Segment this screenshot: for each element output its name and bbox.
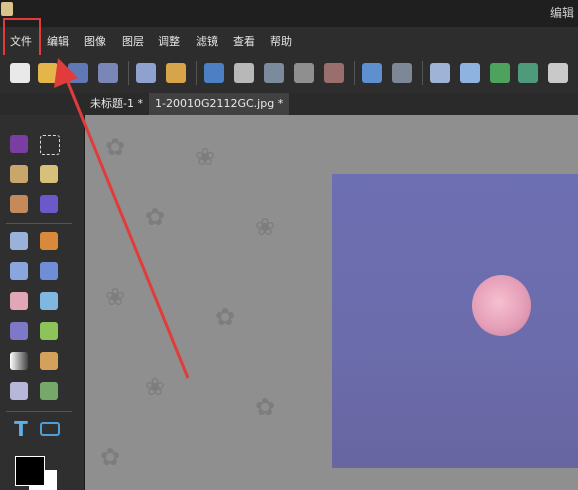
menu-layer[interactable]: 图层 <box>122 33 144 49</box>
delete-icon[interactable] <box>324 63 344 83</box>
polygon-lasso-icon[interactable] <box>10 195 28 213</box>
flower-pattern: ✿ <box>255 393 276 421</box>
photo-layer <box>332 174 578 468</box>
rotate-right-icon[interactable] <box>518 63 538 83</box>
fill-bucket-icon[interactable] <box>10 322 28 340</box>
text-tool-icon[interactable]: T <box>12 419 30 439</box>
menu-help[interactable]: 帮助 <box>270 33 292 49</box>
flower-pattern: ✿ <box>215 303 236 331</box>
toolbar-separator <box>422 61 423 85</box>
tab-untitled[interactable]: 未标题-1 * <box>84 93 149 115</box>
toolbar <box>0 55 578 93</box>
replace-color-icon[interactable] <box>40 322 58 340</box>
document-tabs: 未标题-1 * 1-20010G2112GC.jpg * <box>0 93 578 115</box>
foreground-color-swatch[interactable] <box>15 456 45 486</box>
flower-pattern: ❀ <box>255 213 276 241</box>
flower-pattern: ✿ <box>105 133 126 161</box>
image-icon[interactable] <box>40 382 58 400</box>
brush-icon[interactable] <box>40 262 58 280</box>
menu-edit[interactable]: 编辑 <box>47 33 69 49</box>
moon <box>472 275 531 336</box>
cut-icon[interactable] <box>234 63 254 83</box>
print-icon[interactable] <box>136 63 156 83</box>
flower-pattern: ❀ <box>145 373 166 401</box>
undo-icon[interactable] <box>362 63 382 83</box>
flower-pattern: ✿ <box>100 443 121 471</box>
eraser-icon[interactable] <box>10 292 28 310</box>
pointer-tool-icon[interactable] <box>10 135 28 153</box>
lasso-icon[interactable] <box>10 165 28 183</box>
window-title: 编辑 <box>549 6 574 20</box>
resize-icon[interactable] <box>548 63 568 83</box>
file-menu-highlight <box>3 18 41 60</box>
flip-vertical-icon[interactable] <box>460 63 480 83</box>
open-folder-icon[interactable] <box>38 63 58 83</box>
rectangle-shape-icon[interactable] <box>40 422 60 436</box>
save-as-icon[interactable] <box>98 63 118 83</box>
tab-image-file[interactable]: 1-20010G2112GC.jpg * <box>149 93 290 115</box>
tool-separator <box>6 411 72 412</box>
menu-filter[interactable]: 滤镜 <box>196 33 218 49</box>
rectangle-select-icon[interactable] <box>40 135 60 155</box>
magic-wand-icon[interactable] <box>40 165 58 183</box>
tool-panel: T <box>0 115 85 490</box>
new-window-icon[interactable] <box>204 63 224 83</box>
gradient-icon[interactable] <box>10 352 28 370</box>
redo-icon[interactable] <box>392 63 412 83</box>
canvas-area: ✿ ❀ ✿ ❀ ❀ ✿ ❀ ✿ ✿ <box>85 115 578 490</box>
title-bar: 编辑 <box>0 0 578 27</box>
eyedropper-icon[interactable] <box>10 232 28 250</box>
menu-adjust[interactable]: 调整 <box>158 33 180 49</box>
flip-horizontal-icon[interactable] <box>430 63 450 83</box>
color-picker-icon[interactable] <box>10 382 28 400</box>
tool-separator <box>6 223 72 224</box>
menu-bar: 文件 编辑 图像 图层 调整 滤镜 查看 帮助 <box>0 27 578 55</box>
menu-image[interactable]: 图像 <box>84 33 106 49</box>
crop-icon[interactable] <box>40 195 58 213</box>
paste-icon[interactable] <box>294 63 314 83</box>
email-icon[interactable] <box>166 63 186 83</box>
rotate-left-icon[interactable] <box>490 63 510 83</box>
stamp-icon[interactable] <box>40 352 58 370</box>
toolbar-separator <box>354 61 355 85</box>
copy-icon[interactable] <box>264 63 284 83</box>
pencil-icon[interactable] <box>40 232 58 250</box>
app-icon <box>1 2 13 16</box>
save-icon[interactable] <box>68 63 88 83</box>
menu-view[interactable]: 查看 <box>233 33 255 49</box>
toolbar-separator <box>196 61 197 85</box>
new-file-icon[interactable] <box>10 63 30 83</box>
flower-pattern: ✿ <box>145 203 166 231</box>
blur-drop-icon[interactable] <box>40 292 58 310</box>
flower-pattern: ❀ <box>195 143 216 171</box>
flower-pattern: ❀ <box>105 283 126 311</box>
line-icon[interactable] <box>10 262 28 280</box>
toolbar-separator <box>128 61 129 85</box>
